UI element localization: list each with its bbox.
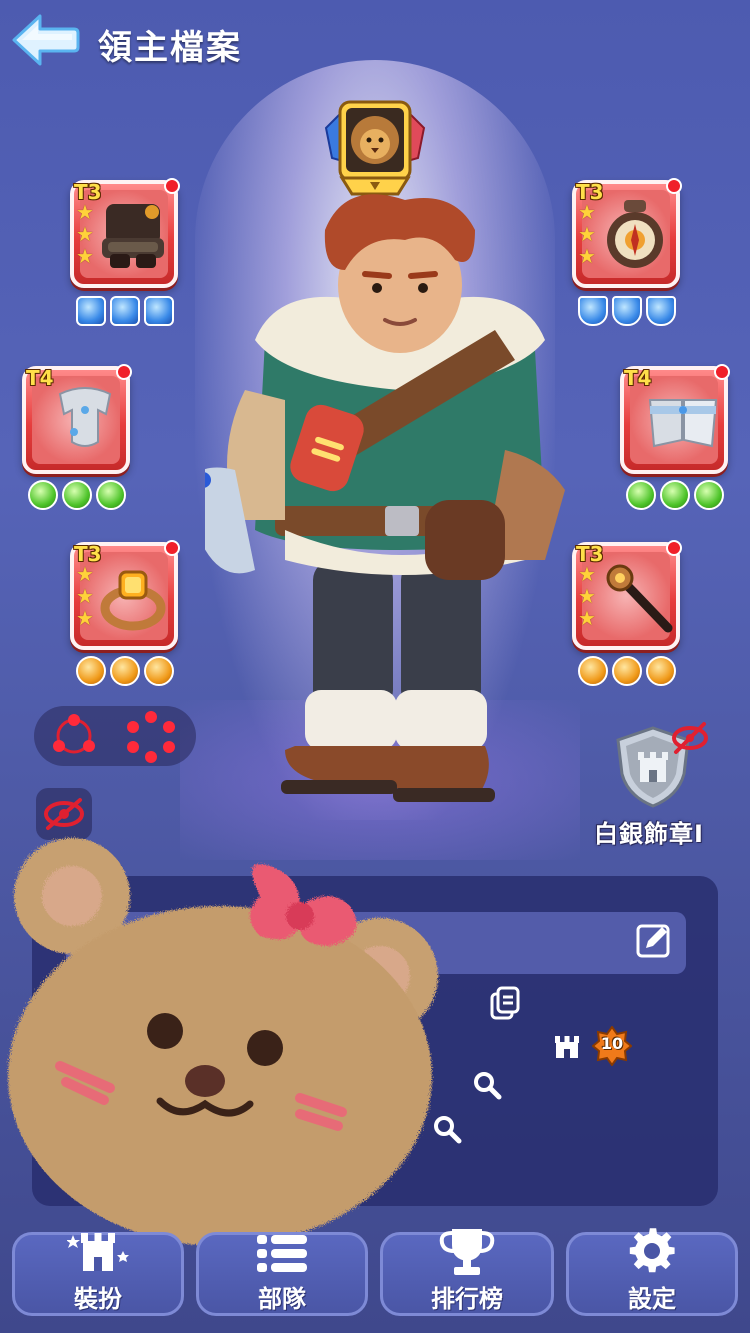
castle-star-icon [67, 1233, 129, 1271]
armor-icon [58, 387, 112, 447]
castle-level-badge: 10 [592, 1026, 632, 1066]
tier-label: T4 [26, 366, 54, 390]
orange-gem-icon [76, 656, 106, 686]
back-arrow-icon [12, 14, 80, 66]
blue-gem-icon [646, 296, 676, 326]
notification-dot [164, 178, 180, 194]
equipment-slot-boots[interactable]: T4 [620, 364, 730, 474]
equipment-slot-ring[interactable]: T3 ★ ★ ★ [70, 540, 180, 650]
trophy-icon [439, 1229, 495, 1275]
nav-label: 排行榜 [431, 1285, 503, 1313]
green-gem-icon [694, 480, 724, 510]
blue-gem-icon [110, 296, 140, 326]
compass-icon [607, 200, 663, 268]
ring-formation-icon[interactable] [124, 710, 178, 764]
blue-gem-icon [612, 296, 642, 326]
nav-troops-button[interactable]: 部隊 [196, 1232, 368, 1316]
blue-gem-icon [76, 296, 106, 326]
ring-icon [100, 570, 166, 631]
green-gem-icon [28, 480, 58, 510]
star-rating: ★ ★ ★ [76, 564, 94, 628]
castle-icon [555, 1036, 579, 1058]
notification-dot [116, 364, 132, 380]
gem-sockets [76, 296, 174, 326]
star-icon: ★ [76, 562, 94, 586]
star-icon: ★ [76, 584, 94, 608]
green-gem-icon [96, 480, 126, 510]
bear-sticker-overlay [8, 838, 438, 1246]
equipment-slot-helmet[interactable]: T3 ★ ★ ★ [70, 178, 180, 288]
badge-name: 白銀飾章Ⅰ [594, 820, 704, 848]
equipment-slot-armor[interactable]: T4 [22, 364, 132, 474]
orange-gem-icon [612, 656, 642, 686]
notification-dot [164, 540, 180, 556]
tier-label: T4 [624, 366, 652, 390]
gem-sockets [626, 480, 724, 510]
search-icon[interactable] [472, 1070, 502, 1100]
star-icon: ★ [76, 200, 94, 224]
star-icon: ★ [76, 222, 94, 246]
gem-sockets [76, 656, 174, 686]
gem-sockets [28, 480, 126, 510]
formation-toggle [34, 706, 196, 766]
castle-level-value: 10 [600, 1034, 624, 1053]
nav-label: 設定 [628, 1285, 676, 1313]
nav-settings-button[interactable]: 設定 [566, 1228, 738, 1316]
scepter-icon [606, 564, 673, 633]
triangle-formation-icon[interactable] [50, 712, 98, 760]
nav-label: 部隊 [258, 1285, 306, 1313]
troops-icon [257, 1235, 307, 1272]
nav-dress-up-button[interactable]: 裝扮 [12, 1232, 184, 1316]
star-icon: ★ [76, 244, 94, 268]
boots-icon [648, 399, 718, 448]
gear-icon [629, 1228, 675, 1273]
edit-icon[interactable] [636, 922, 672, 958]
eye-off-icon[interactable] [668, 718, 712, 758]
lord-character[interactable] [205, 190, 595, 830]
star-rating: ★ ★ ★ [76, 202, 94, 266]
notification-dot [666, 178, 682, 194]
blue-gem-icon [144, 296, 174, 326]
green-gem-icon [626, 480, 656, 510]
orange-gem-icon [144, 656, 174, 686]
helmet-icon [102, 204, 164, 268]
star-icon: ★ [76, 606, 94, 630]
nav-label: 裝扮 [74, 1285, 122, 1313]
copy-icon[interactable] [488, 986, 520, 1020]
page-title: 領主檔案 [98, 28, 242, 68]
green-gem-icon [62, 480, 92, 510]
notification-dot [666, 540, 682, 556]
green-gem-icon [660, 480, 690, 510]
back-button[interactable] [10, 12, 80, 68]
orange-gem-icon [110, 656, 140, 686]
lord-profile-screen: 領主檔案 T3 ★ ★ ★ T4 T3 ★ ★ ★ T3 ★ ★ ★ T4 T3… [0, 0, 750, 1333]
orange-gem-icon [646, 656, 676, 686]
notification-dot [714, 364, 730, 380]
nav-leaderboard-button[interactable]: 排行榜 [380, 1229, 554, 1316]
lion-crest-icon[interactable] [322, 98, 428, 200]
